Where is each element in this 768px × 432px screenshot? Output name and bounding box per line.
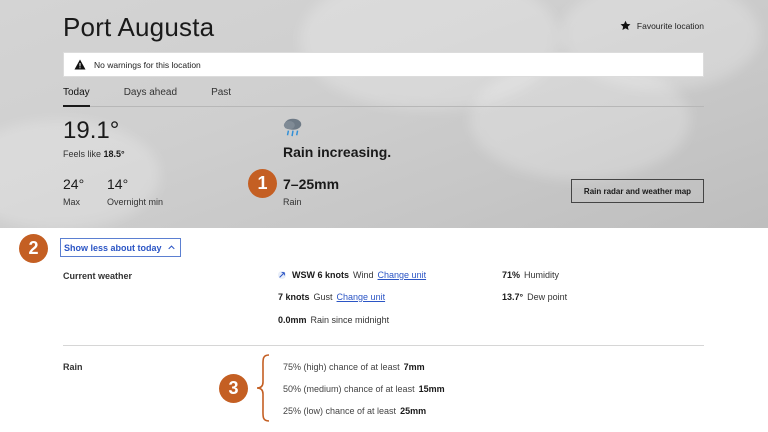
gust-change-unit-link[interactable]: Change unit	[337, 292, 386, 302]
warning-banner: No warnings for this location	[63, 52, 704, 77]
brace-annotation	[256, 354, 270, 422]
star-icon	[620, 20, 631, 31]
badge-2: 2	[19, 234, 48, 263]
wind-label: Wind	[353, 270, 374, 280]
gust-row: 7 knots Gust Change unit	[278, 292, 385, 302]
warning-text: No warnings for this location	[94, 59, 201, 70]
humidity-label: Humidity	[524, 270, 560, 280]
show-less-button[interactable]: Show less about today	[60, 238, 181, 257]
rain-cloud-icon	[283, 118, 302, 137]
rain-chance-high: 75% (high) chance of at least 7mm	[283, 362, 425, 372]
max-temperature: 24° Max	[63, 176, 84, 207]
hero-panel: Port Augusta Favourite location No warni…	[0, 0, 768, 228]
gust-label: Gust	[313, 292, 333, 302]
wind-change-unit-link[interactable]: Change unit	[378, 270, 427, 280]
tab-past[interactable]: Past	[211, 85, 231, 106]
humidity-value: 71%	[502, 270, 521, 280]
rain-chance-medium: 50% (medium) chance of at least 15mm	[283, 384, 445, 394]
rain-chance-amount: 15mm	[418, 384, 445, 394]
humidity-row: 71% Humidity	[502, 270, 559, 280]
rain-chance-amount: 7mm	[403, 362, 425, 372]
gust-value: 7 knots	[278, 292, 310, 302]
min-label: Overnight min	[107, 197, 164, 207]
min-value: 14°	[107, 176, 129, 192]
rain-chance-text: 50% (medium) chance of at least	[283, 384, 415, 394]
rain-section-label: Rain	[63, 362, 83, 372]
tab-today[interactable]: Today	[63, 85, 90, 107]
forecast-summary: Rain increasing.	[283, 144, 392, 160]
current-temperature: 19.1°	[63, 117, 120, 144]
rain-midnight-label: Rain since midnight	[310, 315, 390, 325]
rain-chance-low: 25% (low) chance of at least 25mm	[283, 406, 426, 416]
dew-point-row: 13.7° Dew point	[502, 292, 567, 302]
current-weather-label: Current weather	[63, 271, 133, 281]
chevron-up-icon	[167, 245, 175, 250]
rain-amount: 7–25mm Rain	[283, 176, 339, 207]
show-less-label: Show less about today	[64, 242, 162, 253]
tab-days-ahead[interactable]: Days ahead	[124, 85, 177, 106]
favourite-label: Favourite location	[636, 20, 704, 31]
rain-label: Rain	[283, 197, 302, 207]
feels-like: Feels like 18.5°	[63, 149, 125, 159]
section-divider	[63, 345, 704, 346]
min-temperature: 14° Overnight min	[107, 176, 163, 207]
rain-chance-amount: 25mm	[400, 406, 427, 416]
wind-value: WSW 6 knots	[292, 270, 350, 280]
page-title: Port Augusta	[63, 12, 215, 42]
badge-3: 3	[219, 374, 248, 403]
rain-chance-text: 25% (low) chance of at least	[283, 406, 397, 416]
wind-direction-icon	[278, 271, 286, 279]
dew-label: Dew point	[527, 292, 568, 302]
rain-radar-button[interactable]: Rain radar and weather map	[571, 179, 704, 203]
max-value: 24°	[63, 176, 85, 192]
rain-range: 7–25mm	[283, 176, 340, 192]
favourite-location-button[interactable]: Favourite location	[620, 20, 704, 31]
warning-icon	[74, 59, 86, 70]
rain-midnight-value: 0.0mm	[278, 315, 307, 325]
feels-like-value: 18.5°	[103, 149, 125, 159]
wind-row: WSW 6 knots Wind Change unit	[278, 270, 426, 280]
tab-bar: Today Days ahead Past	[63, 85, 704, 107]
badge-1: 1	[248, 169, 277, 198]
dew-value: 13.7°	[502, 292, 524, 302]
max-label: Max	[63, 197, 81, 207]
rain-chance-text: 75% (high) chance of at least	[283, 362, 400, 372]
feels-like-label: Feels like	[63, 149, 102, 159]
rain-since-midnight-row: 0.0mm Rain since midnight	[278, 315, 389, 325]
